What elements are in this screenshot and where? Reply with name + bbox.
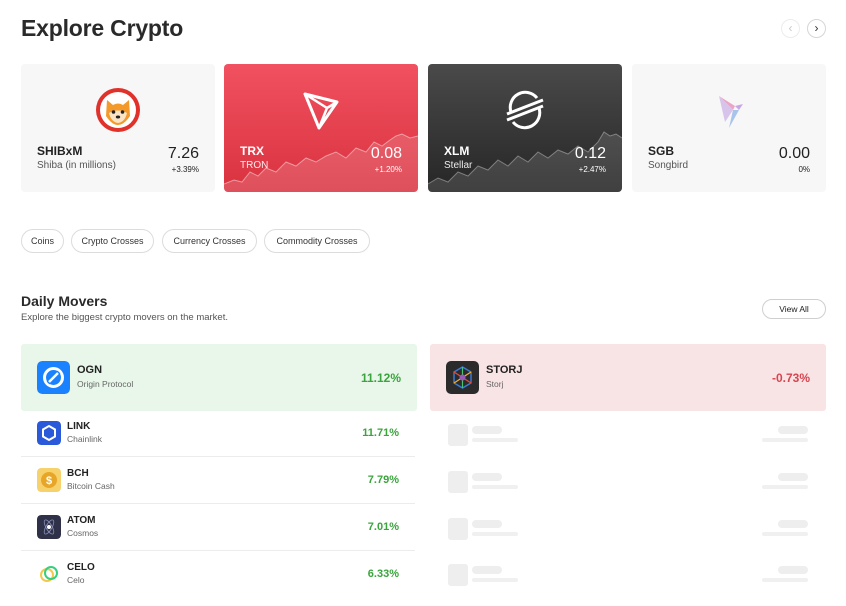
coin-change: +1.20% <box>374 165 402 174</box>
section-subtitle: Explore the biggest crypto movers on the… <box>21 312 228 323</box>
coin-price: 0.08 <box>370 145 402 162</box>
coin-name: TRON <box>240 160 269 171</box>
loading-skeleton-row <box>446 560 810 606</box>
coin-symbol: BCH <box>67 468 89 479</box>
coin-change: +2.47% <box>578 165 606 174</box>
featured-card-xlm[interactable]: XLM Stellar 0.12 +2.47% <box>428 64 622 192</box>
coin-price: 0.00 <box>778 145 810 162</box>
coin-change: 11.12% <box>360 371 401 385</box>
coin-price: 7.26 <box>167 145 199 162</box>
coin-name: Shiba (in millions) <box>37 160 116 171</box>
cosmos-logo-icon <box>37 515 61 539</box>
mover-row-celo[interactable]: CELO Celo 6.33% <box>21 551 415 598</box>
chainlink-logo-icon <box>37 421 61 445</box>
coin-name: Bitcoin Cash <box>67 481 115 491</box>
filter-chip-commodity-crosses[interactable]: Commodity Crosses <box>264 229 370 253</box>
mover-row-bch[interactable]: $ BCH Bitcoin Cash 7.79% <box>21 457 415 504</box>
top-loser-card[interactable]: STORJ Storj -0.73% <box>430 344 826 411</box>
stellar-logo-icon <box>506 90 544 130</box>
featured-card-trx[interactable]: TRX TRON 0.08 +1.20% <box>224 64 418 192</box>
celo-logo-icon <box>37 562 61 586</box>
filter-chip-coins[interactable]: Coins <box>21 229 64 253</box>
coin-name: Cosmos <box>67 528 99 538</box>
top-gainer-card[interactable]: OGN Origin Protocol 11.12% <box>21 344 417 411</box>
coin-symbol: TRX <box>240 144 264 158</box>
coin-symbol: CELO <box>67 562 95 573</box>
loading-skeleton-row <box>446 420 810 467</box>
coin-symbol: LINK <box>67 421 91 432</box>
storj-logo-icon <box>446 361 479 394</box>
chevron-left-icon: ‹ <box>788 21 793 35</box>
filter-chip-crypto-crosses[interactable]: Crypto Crosses <box>71 229 154 253</box>
loading-skeleton-row <box>446 514 810 561</box>
coin-symbol: SHIBxM <box>37 144 83 158</box>
coin-name: Stellar <box>444 160 473 171</box>
coin-price: 0.12 <box>574 145 606 162</box>
filter-chip-currency-crosses[interactable]: Currency Crosses <box>162 229 257 253</box>
chevron-right-icon: › <box>814 21 819 35</box>
coin-change: 0% <box>798 165 810 174</box>
songbird-logo-icon <box>719 96 743 128</box>
coin-name: Songbird <box>648 160 689 171</box>
svg-text:$: $ <box>46 475 52 487</box>
shiba-logo-icon <box>96 88 140 132</box>
coin-change: 11.71% <box>362 427 399 439</box>
coin-symbol: OGN <box>77 364 103 376</box>
coin-name: Storj <box>486 379 504 389</box>
tron-logo-icon <box>303 92 339 130</box>
page-title: Explore Crypto <box>21 15 184 41</box>
coin-change: 7.79% <box>367 474 399 486</box>
bitcoin-cash-logo-icon: $ <box>37 468 61 492</box>
mover-row-link[interactable]: LINK Chainlink 11.71% <box>21 410 415 457</box>
section-title: Daily Movers <box>21 293 108 309</box>
coin-name: Chainlink <box>67 434 102 444</box>
loading-skeleton-row <box>446 467 810 514</box>
coin-name: Celo <box>67 575 85 585</box>
coin-change: 7.01% <box>367 521 399 533</box>
coin-change: -0.73% <box>771 371 810 385</box>
coin-symbol: SGB <box>648 144 675 158</box>
featured-card-sgb[interactable]: SGB Songbird 0.00 0% <box>632 64 826 192</box>
origin-logo-icon <box>37 361 70 394</box>
coin-symbol: ATOM <box>67 515 96 526</box>
mover-row-atom[interactable]: ATOM Cosmos 7.01% <box>21 504 415 551</box>
coin-name: Origin Protocol <box>77 379 134 389</box>
coin-change: +3.39% <box>171 165 199 174</box>
coin-symbol: XLM <box>444 144 470 158</box>
carousel-next-button[interactable]: › <box>807 19 826 38</box>
view-all-button[interactable]: View All <box>762 299 826 319</box>
coin-change: 6.33% <box>367 568 399 580</box>
coin-symbol: STORJ <box>486 364 523 376</box>
carousel-prev-button[interactable]: ‹ <box>781 19 800 38</box>
featured-card-shibxm[interactable]: SHIBxM Shiba (in millions) 7.26 +3.39% <box>21 64 215 192</box>
